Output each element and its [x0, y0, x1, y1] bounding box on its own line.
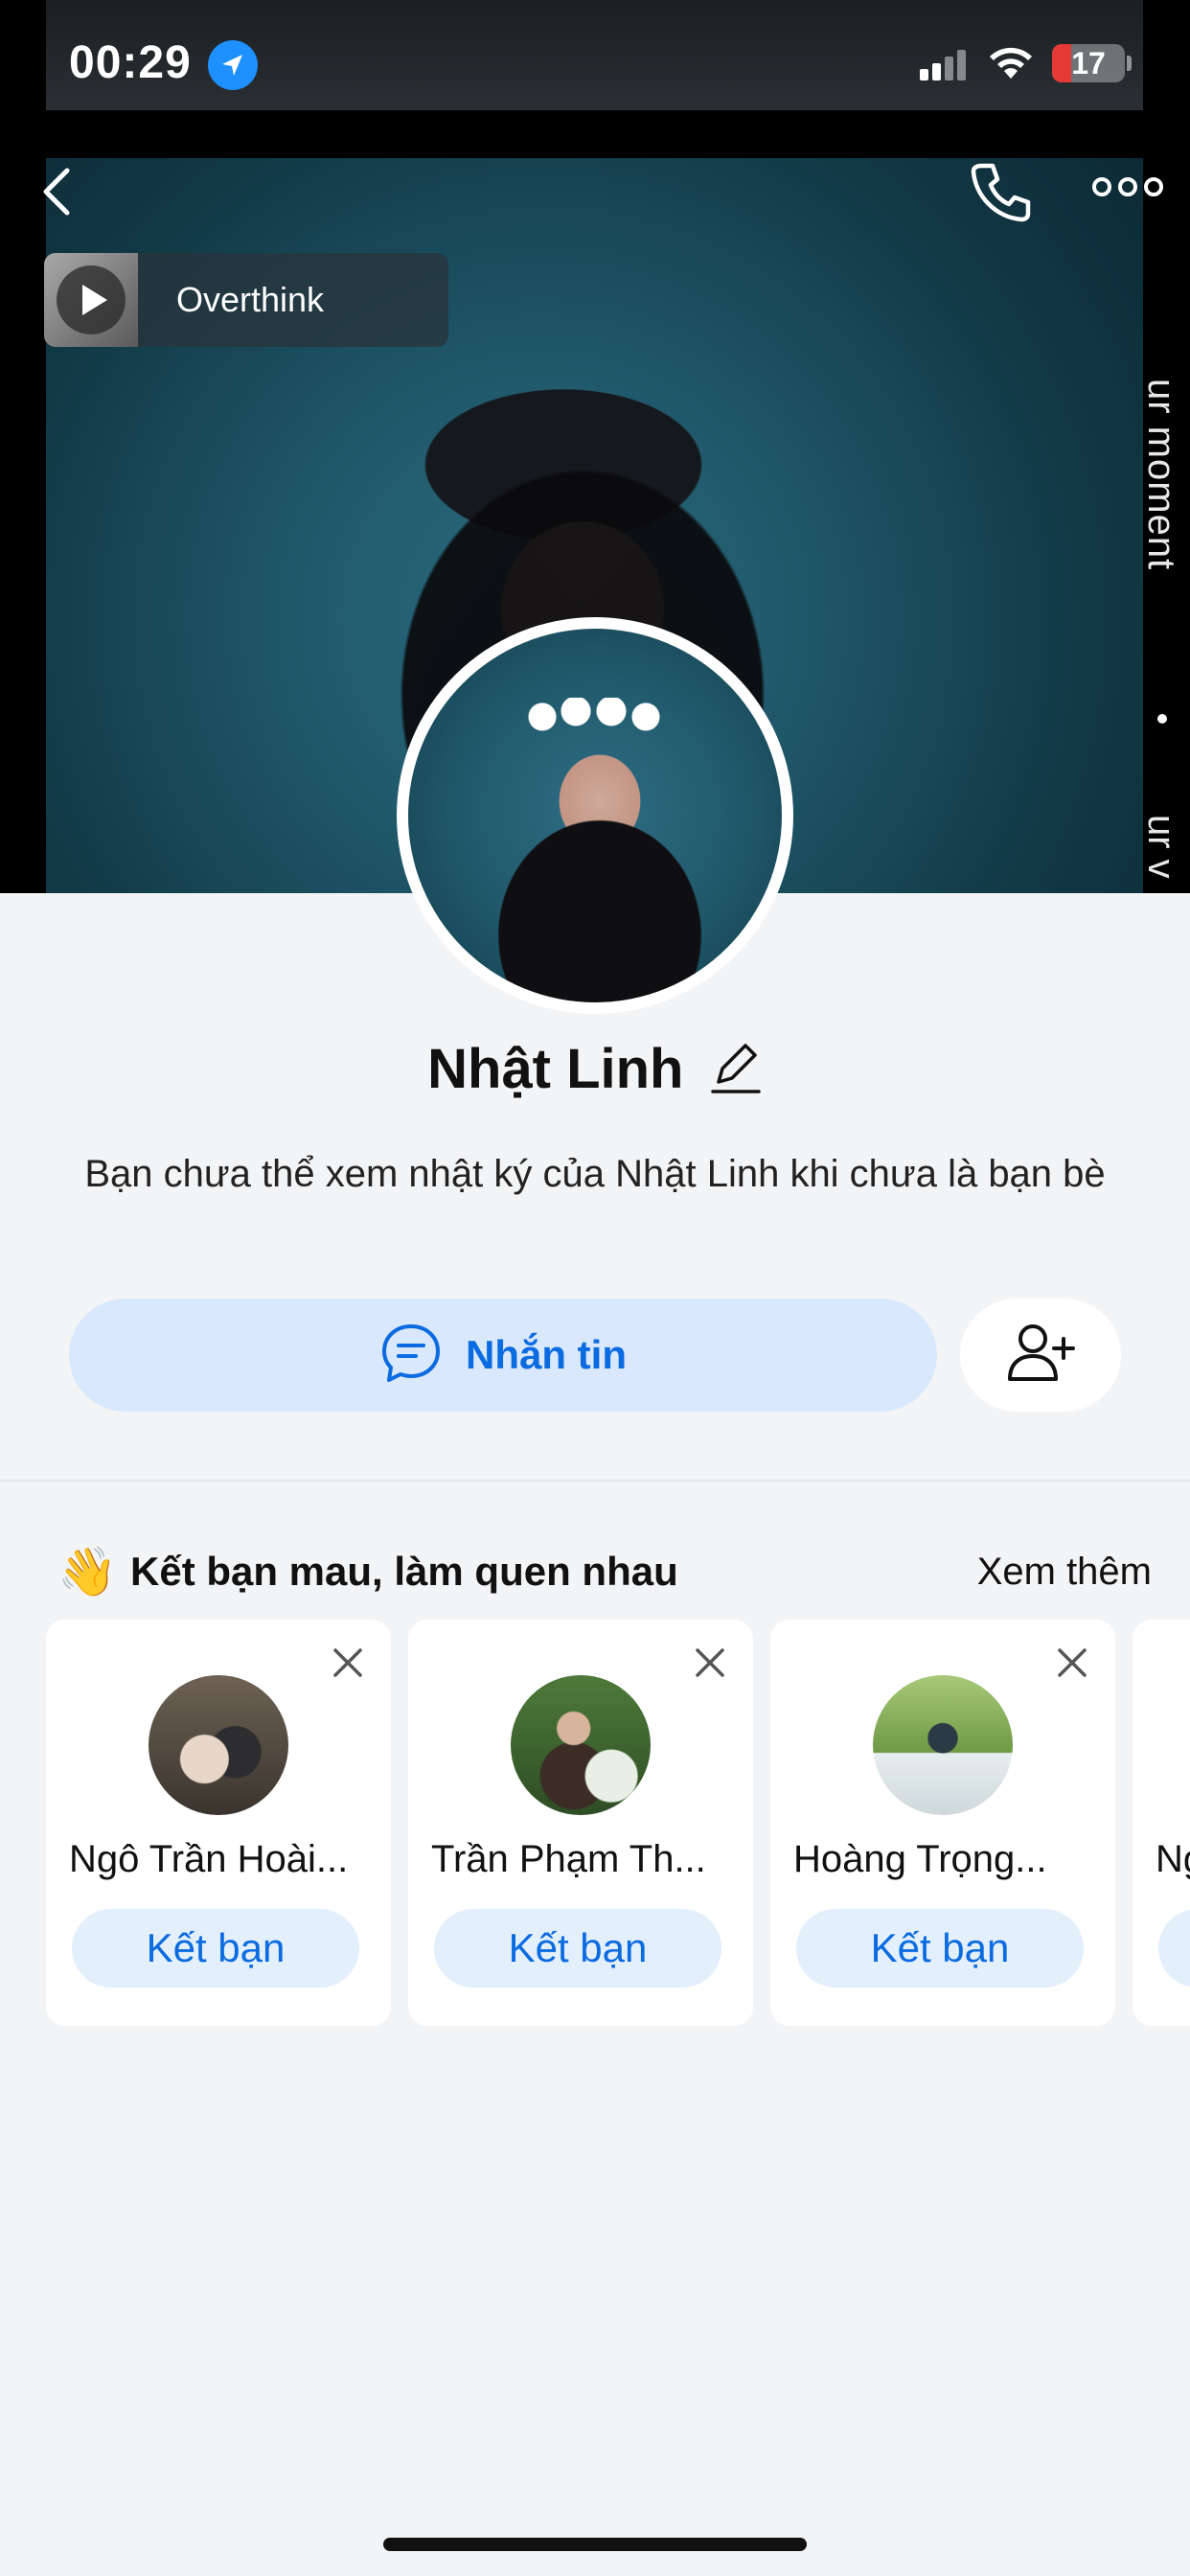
- suggestion-name: Hoàng Trọng...: [793, 1838, 1047, 1880]
- music-title: Overthink: [176, 280, 325, 319]
- add-friend-card-button[interactable]: Kết bạn: [72, 1909, 359, 1988]
- privacy-notice: Bạn chưa thể xem nhật ký của Nhật Linh k…: [84, 1153, 1106, 1195]
- side-dot: [1157, 714, 1167, 724]
- message-label: Nhắn tin: [466, 1332, 627, 1377]
- suggestion-card[interactable]: Ngô Trần Hoài... Kết bạn: [46, 1620, 391, 2026]
- suggestion-name: Ng: [1156, 1838, 1190, 1880]
- section-divider: [0, 1480, 1190, 1482]
- message-button[interactable]: Nhắn tin: [69, 1299, 937, 1412]
- suggestions-header: 👋 Kết bạn mau, làm quen nhau Xem thêm: [57, 1538, 1152, 1605]
- status-time: 00:29: [69, 37, 192, 88]
- chat-bubble-icon: [379, 1322, 443, 1390]
- suggestion-avatar: [873, 1675, 1013, 1815]
- add-friend-button[interactable]: [960, 1299, 1121, 1412]
- cellular-signal-icon: [920, 50, 968, 85]
- flower-crown: [523, 698, 667, 736]
- location-arrow-icon: [208, 40, 258, 90]
- add-friend-card-button[interactable]: [1158, 1909, 1190, 1988]
- see-more-link[interactable]: Xem thêm: [977, 1538, 1152, 1605]
- suggestions-title: Kết bạn mau, làm quen nhau: [130, 1549, 678, 1594]
- phone-icon[interactable]: [968, 158, 1035, 230]
- side-text: ur moment: [1140, 379, 1182, 571]
- edit-pencil-icon[interactable]: [709, 1038, 763, 1100]
- profile-music-chip[interactable]: Overthink: [44, 253, 448, 347]
- avatar-image: [408, 629, 782, 1002]
- side-text-bottom: ur v: [1140, 815, 1182, 879]
- suggestion-card[interactable]: Ng: [1133, 1620, 1190, 2026]
- status-bar: 00:29 17: [0, 0, 1190, 129]
- name-row: Nhật Linh: [0, 1037, 1190, 1114]
- music-thumbnail: [44, 253, 138, 347]
- add-friend-card-button[interactable]: Kết bạn: [434, 1909, 721, 1988]
- more-options-icon[interactable]: [1092, 172, 1163, 206]
- suggestion-name: Ngô Trần Hoài...: [69, 1838, 349, 1880]
- add-friend-icon: [1006, 1322, 1075, 1390]
- battery-icon: 17: [1052, 44, 1125, 82]
- close-icon[interactable]: [1056, 1646, 1088, 1684]
- close-icon[interactable]: [332, 1646, 364, 1684]
- close-icon[interactable]: [694, 1646, 726, 1684]
- suggestion-avatar: [511, 1675, 651, 1815]
- profile-name: Nhật Linh: [427, 1038, 684, 1100]
- wifi-icon: [987, 44, 1035, 85]
- battery-tip: [1127, 56, 1132, 71]
- suggestion-card[interactable]: Trần Phạm Th... Kết bạn: [408, 1620, 753, 2026]
- back-icon[interactable]: [38, 163, 77, 225]
- battery-level: 17: [1071, 46, 1106, 80]
- home-indicator: [383, 2538, 807, 2551]
- profile-avatar[interactable]: [397, 617, 793, 1014]
- play-icon: [55, 264, 127, 341]
- wave-emoji-icon: 👋: [57, 1545, 118, 1598]
- suggestion-card[interactable]: Hoàng Trọng... Kết bạn: [770, 1620, 1115, 2026]
- suggestion-name: Trần Phạm Th...: [431, 1838, 706, 1880]
- add-friend-card-button[interactable]: Kết bạn: [796, 1909, 1084, 1988]
- suggestion-avatar: [149, 1675, 288, 1815]
